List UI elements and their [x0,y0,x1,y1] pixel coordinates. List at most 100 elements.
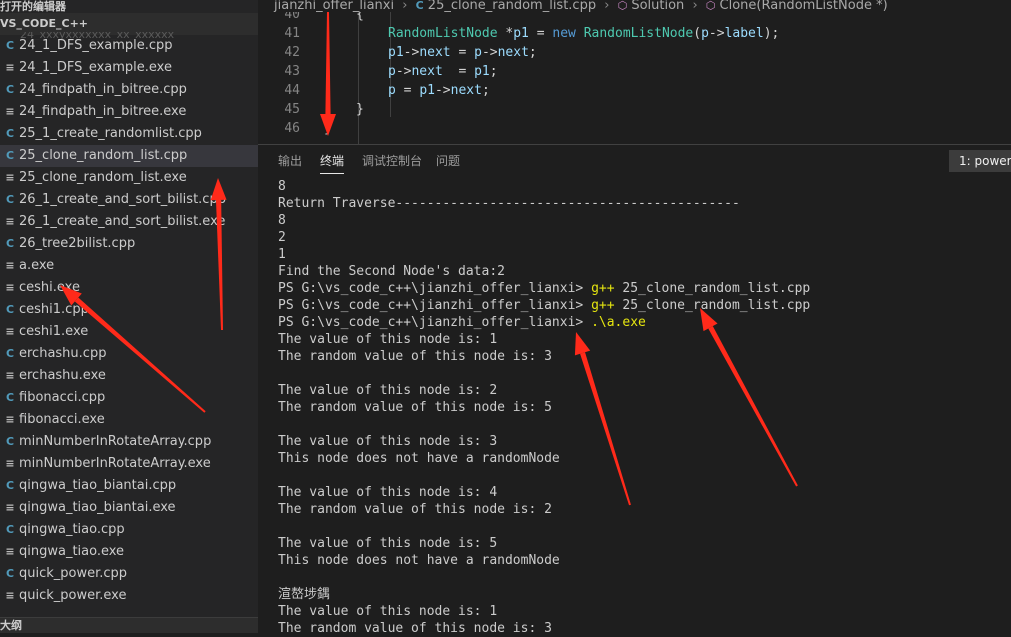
line-number: 42 [284,45,300,60]
line-number: 45 [284,102,300,117]
exe-file-icon: ≡ [5,457,15,470]
method-symbol-icon: ⬡ [705,0,716,12]
exe-file-icon: ≡ [5,413,15,426]
file-item[interactable]: CminNumberInRotateArray.cpp [0,431,258,453]
exe-file-icon: ≡ [5,215,15,228]
terminal-output[interactable]: 8 Return Traverse------------------------… [278,178,1008,637]
cpp-file-icon: C [5,391,15,404]
terminal-line: This node does not have a randomNode [278,451,560,466]
code-editor[interactable]: 40 {41 RandomListNode *p1 = new RandomList… [258,12,1011,144]
exe-file-icon: ≡ [5,501,15,514]
file-name: ceshi.exe [19,280,80,295]
exe-file-icon: ≡ [5,589,15,602]
file-item[interactable]: C 26_1_create_and_sort_bilist.cpp [0,189,258,211]
terminal-line: The value of this node is: 4 [278,485,498,500]
file-item[interactable]: C 24_1_DFS_example.cpp [0,35,258,57]
file-item[interactable]: ≡ 25_clone_random_list.exe [0,167,258,189]
tab-output[interactable]: 输出 [278,153,302,173]
cpp-file-icon: C [5,347,15,360]
file-name: 25_clone_random_list.exe [19,170,187,185]
file-item[interactable]: ≡ minNumberInRotateArray.exe [0,453,258,475]
file-name: ceshi1.cpp [19,302,89,317]
file-name: quick_power.cpp [19,566,128,581]
file-name: 25_clone_random_list.cpp [19,148,188,163]
terminal-line: 渲嶅埗鍝 [278,587,331,602]
terminal-line: The value of this node is: 3 [278,434,498,449]
terminal-line: 8 [278,179,286,194]
terminal-line: The value of this node is: 5 [278,536,498,551]
code-line: 40 { [258,12,1011,24]
exe-file-icon: ≡ [5,171,15,184]
terminal-line: Find the Second Node's data:2 [278,264,505,279]
file-name: 26_tree2bilist.cpp [19,236,136,251]
exe-file-icon: ≡ [5,61,15,74]
file-item[interactable]: C 25_1_create_randomlist.cpp [0,123,258,145]
file-item[interactable]: ≡ a.exe [0,255,258,277]
file-name: erchashu.cpp [19,346,107,361]
terminal-line: The random value of this node is: 3 [278,349,552,364]
terminal-line: PS G:\vs_code_c++\jianzhi_offer_lianxi> … [278,315,646,330]
file-name: erchashu.exe [19,368,106,383]
terminal-line: 1 [278,247,286,262]
file-item[interactable]: Cquick_power.cpp [0,563,258,585]
outline-header[interactable]: 大纲 [0,617,258,633]
file-name: fibonacci.exe [19,412,105,427]
terminal-line: 8 [278,213,286,228]
open-editors-header[interactable]: 打开的编辑器 [0,0,258,13]
file-item[interactable]: Cqingwa_tiao_biantai.cpp [0,475,258,497]
cpp-file-icon: C [5,435,15,448]
code-text: p->next = p1; [388,64,498,79]
exe-file-icon: ≡ [5,545,15,558]
file-name: 26_1_create_and_sort_bilist.exe [19,214,226,229]
file-item[interactable]: ≡ qingwa_tiao.exe [0,541,258,563]
terminal-line: The random value of this node is: 2 [278,502,552,517]
file-item[interactable]: ≡ quick_power.exe [0,585,258,607]
terminal-line: This node does not have a randomNode [278,553,560,568]
class-symbol-icon: ⬡ [617,0,628,12]
file-item[interactable]: ≡ 24_findpath_in_bitree.exe [0,101,258,123]
file-item[interactable]: ≡ fibonacci.exe [0,409,258,431]
cpp-file-icon: C [5,193,15,206]
cpp-file-icon: C [5,523,15,536]
tab-debug-console[interactable]: 调试控制台 [362,153,422,173]
terminal-line: The random value of this node is: 5 [278,400,552,415]
file-list: C 24_1_DFS_example.cpp ≡ 24_1_DFS_example.e… [0,35,258,607]
tab-terminal[interactable]: 终端 [320,153,345,174]
exe-file-icon: ≡ [5,281,15,294]
cpp-file-icon: C [5,479,15,492]
code-line: 44 p = p1->next; [258,81,1011,100]
file-item[interactable]: Cqingwa_tiao.cpp [0,519,258,541]
terminal-line: The random value of this node is: 3 [278,621,552,636]
file-item[interactable]: C 25_clone_random_list.cpp [0,145,258,167]
file-item[interactable]: ≡ ceshi.exe [0,277,258,299]
file-item[interactable]: ≡ erchashu.exe [0,365,258,387]
file-item[interactable]: Cerchashu.cpp [0,343,258,365]
file-name: qingwa_tiao.exe [19,544,125,559]
exe-file-icon: ≡ [5,369,15,382]
file-name: ceshi1.exe [19,324,89,339]
file-item[interactable]: ≡ 26_1_create_and_sort_bilist.exe [0,211,258,233]
file-name: 26_1_create_and_sort_bilist.cpp [19,192,226,207]
code-line: 41 RandomListNode *p1 = new RandomListNod… [258,24,1011,43]
file-item[interactable]: ≡ qingwa_tiao_biantai.exe [0,497,258,519]
file-item[interactable]: ≡ ceshi1.exe [0,321,258,343]
terminal-select-dropdown[interactable]: 1: powershell [949,150,1011,172]
file-name: qingwa_tiao.cpp [19,522,125,537]
line-number: 43 [284,64,300,79]
file-name: 25_1_create_randomlist.cpp [19,126,202,141]
tab-problems[interactable]: 问题 [436,153,460,173]
line-number: 40 [284,12,300,22]
file-item[interactable]: Cceshi1.cpp [0,299,258,321]
file-item[interactable]: C 26_tree2bilist.cpp [0,233,258,255]
file-item[interactable]: C 24_findpath_in_bitree.cpp [0,79,258,101]
cpp-file-icon: C [5,83,15,96]
code-line: 43 p->next = p1; [258,62,1011,81]
file-item[interactable]: Cfibonacci.cpp [0,387,258,409]
cpp-file-icon: C [5,567,15,580]
terminal-line: PS G:\vs_code_c++\jianzhi_offer_lianxi> … [278,298,811,313]
file-name: qingwa_tiao_biantai.cpp [19,478,177,493]
file-item[interactable]: ≡ 24_1_DFS_example.exe [0,57,258,79]
